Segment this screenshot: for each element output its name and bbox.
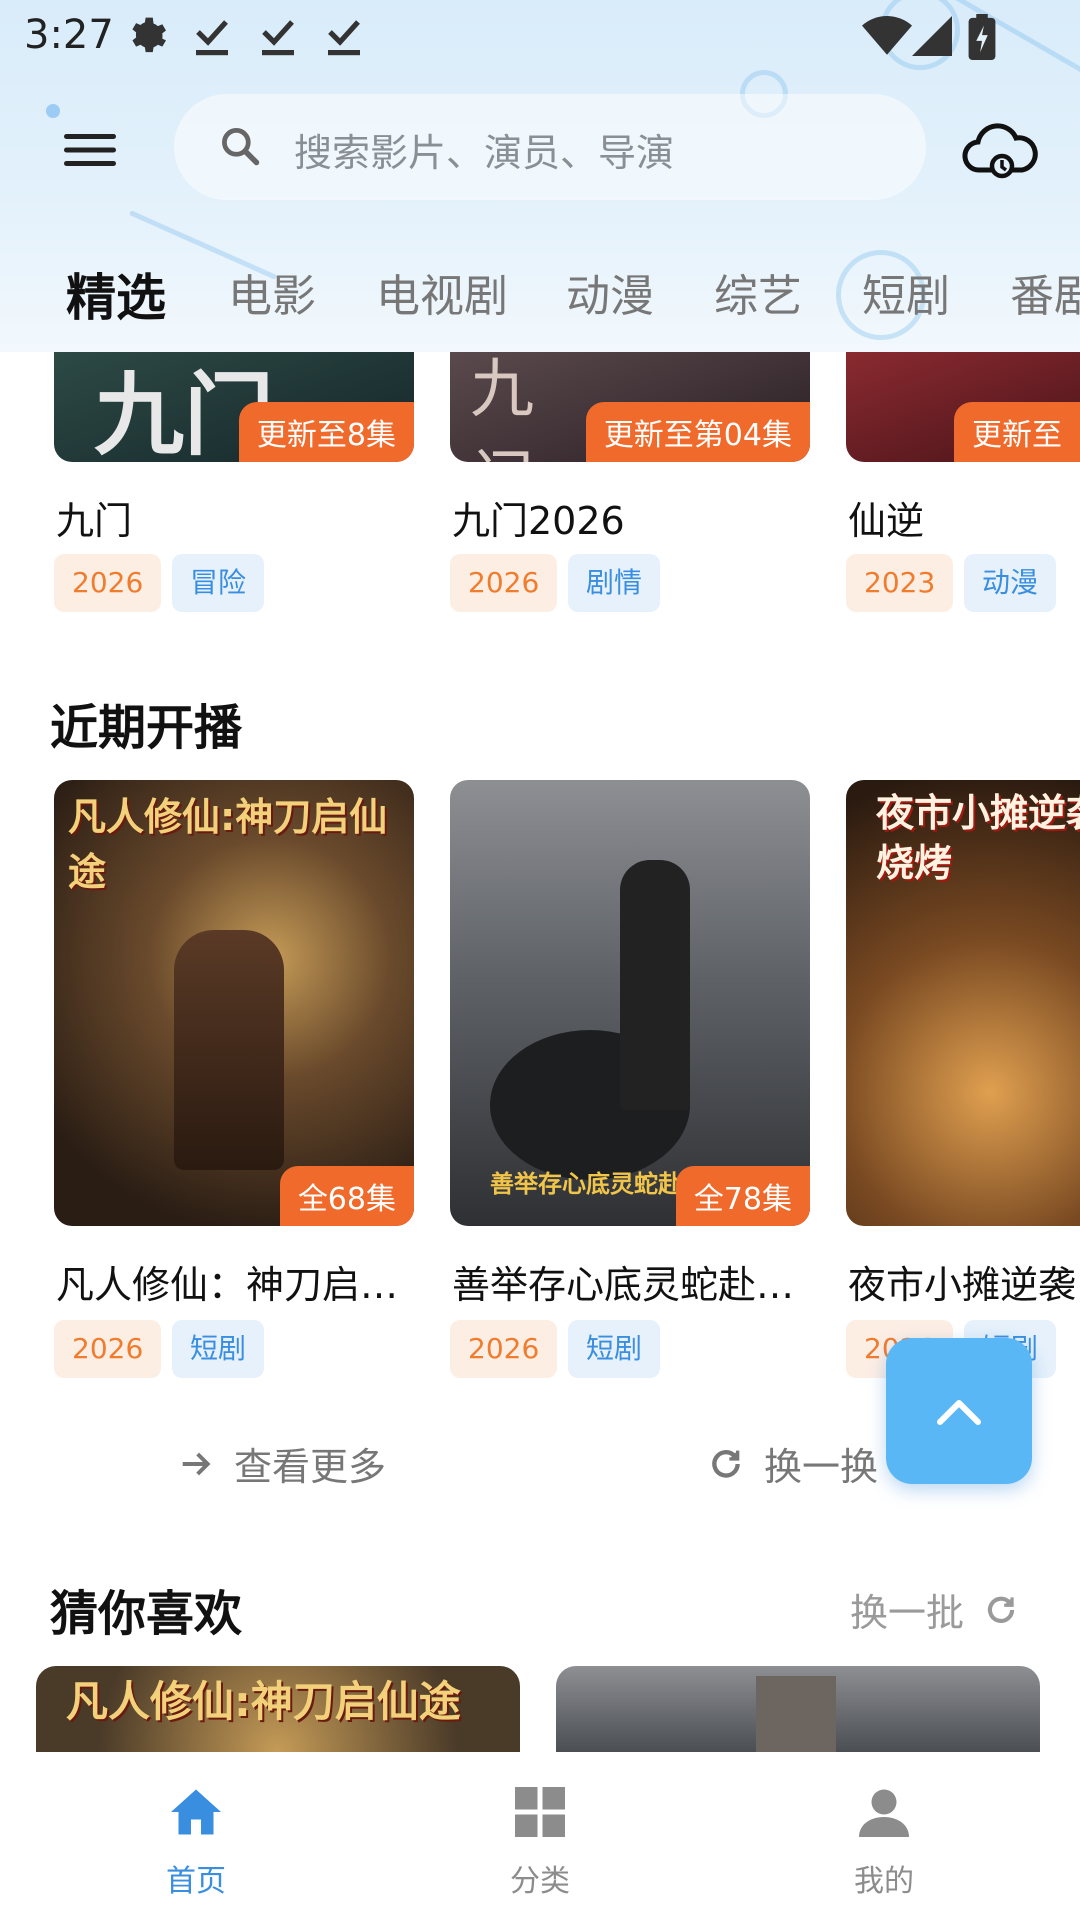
poster-figure [174,930,284,1170]
tab-anime[interactable]: 动漫 [566,260,654,324]
video-title: 善举存心底灵蛇赴… [452,1263,795,1307]
poster-image: 更新至 [846,352,1080,462]
year-tag: 2026 [450,1320,558,1378]
episode-badge: 全78集 [675,1166,810,1226]
section-title-upcoming: 近期开播 [50,700,243,756]
home-icon [171,1789,221,1835]
episode-badge: 更新至第04集 [585,402,810,462]
wifi-icon [862,16,912,55]
year-tag: 2023 [846,554,954,612]
poster-image: 善举存心底灵蛇赴人间相助 全78集 [450,780,810,1226]
search-icon [222,128,260,166]
tab-movies[interactable]: 电影 [228,260,316,324]
chevron-up-icon [937,1400,981,1425]
download-done-icon [328,20,360,56]
view-more-button[interactable]: 查看更多 [176,1436,386,1491]
video-title: 九门2026 [452,499,625,543]
search-bar[interactable]: 搜索影片、演员、导演 [174,94,926,200]
nav-label: 分类 [510,1864,570,1899]
category-tag: 剧情 [568,554,661,612]
recommend-card[interactable] [556,1666,1040,1752]
status-time: 3:27 [24,12,114,58]
search-placeholder: 搜索影片、演员、导演 [294,131,675,175]
tab-featured[interactable]: 精选 [66,258,166,330]
refresh-label: 换一换 [764,1445,879,1489]
tab-short-drama[interactable]: 短剧 [862,260,950,324]
view-more-label: 查看更多 [234,1445,387,1489]
video-card[interactable]: 夜市小摊逆袭 连锁烧烤 夜市小摊逆袭 2026 短剧 [846,780,1080,1400]
section-title-guess: 猜你喜欢 [50,1586,243,1642]
year-tag: 2026 [54,554,162,612]
video-title: 仙逆 [848,499,925,543]
video-title: 九门 [56,499,133,543]
category-tag: 短剧 [568,1320,661,1378]
download-done-icon [262,20,294,56]
poster-text: 九门 [470,353,534,462]
menu-icon [64,134,116,166]
nav-label: 首页 [166,1864,226,1899]
settings-icon [132,17,166,53]
refresh-icon [712,1449,740,1478]
year-tag: 2026 [450,554,558,612]
poster-text: 夜市小摊逆袭 连锁烧烤 [876,791,1080,885]
poster-figure [620,860,690,1110]
download-done-icon [196,20,228,56]
tab-tv-series[interactable]: 电视剧 [376,260,508,324]
category-tag: 短剧 [172,1320,265,1378]
refresh-button[interactable]: 换一换 [706,1436,878,1491]
user-icon [859,1789,909,1837]
battery-icon [968,14,996,60]
poster-building [756,1676,836,1752]
poster-image: 九门 更新至8集 [54,352,414,462]
tab-fanju[interactable]: 番剧 [1010,260,1080,324]
back-to-top-button[interactable] [886,1338,1032,1484]
cloud-icon [962,123,1038,179]
video-title: 夜市小摊逆袭 [848,1263,1077,1307]
arrow-right-icon [182,1452,211,1475]
nav-home[interactable]: 首页 [96,1752,296,1920]
change-batch-button[interactable]: 换一批 [850,1582,1020,1637]
change-batch-label: 换一批 [850,1591,965,1635]
episode-badge: 全68集 [279,1166,414,1226]
poster-text: 凡人修仙:神刀启仙途 [68,795,388,894]
year-tag: 2026 [54,1320,162,1378]
video-title: 凡人修仙：神刀启… [56,1263,399,1307]
episode-badge: 更新至8集 [238,402,414,462]
category-tag: 动漫 [964,554,1057,612]
status-bar: 3:27 [0,0,1080,72]
signal-icon [912,16,952,56]
nav-label: 我的 [854,1864,914,1899]
header: 3:27 搜索影片、演员、导演 精选 电影 电视剧 动漫 综艺 短剧 番剧 [0,0,1080,352]
poster-image: 凡人修仙:神刀启仙途 全68集 [54,780,414,1226]
tab-variety[interactable]: 综艺 [714,260,802,324]
recommend-card[interactable]: 凡人修仙:神刀启仙途 [36,1666,520,1752]
nav-profile[interactable]: 我的 [784,1752,984,1920]
poster-image: 九门 更新至第04集 [450,352,810,462]
refresh-icon [987,1596,1015,1623]
poster-image: 夜市小摊逆袭 连锁烧烤 [846,780,1080,1226]
video-card[interactable]: 更新至 仙逆 2023 动漫 [846,352,1080,632]
bottom-nav: 首页 分类 我的 [0,1752,1080,1920]
category-tabs: 精选 电影 电视剧 动漫 综艺 短剧 番剧 [0,252,1080,332]
cloud-button[interactable] [960,114,1040,184]
grid-icon [515,1787,565,1837]
nav-category[interactable]: 分类 [440,1752,640,1920]
category-tag: 冒险 [172,554,265,612]
poster-text: 凡人修仙:神刀启仙途 [66,1677,461,1726]
episode-badge: 更新至 [954,402,1080,462]
menu-button[interactable] [50,110,130,190]
